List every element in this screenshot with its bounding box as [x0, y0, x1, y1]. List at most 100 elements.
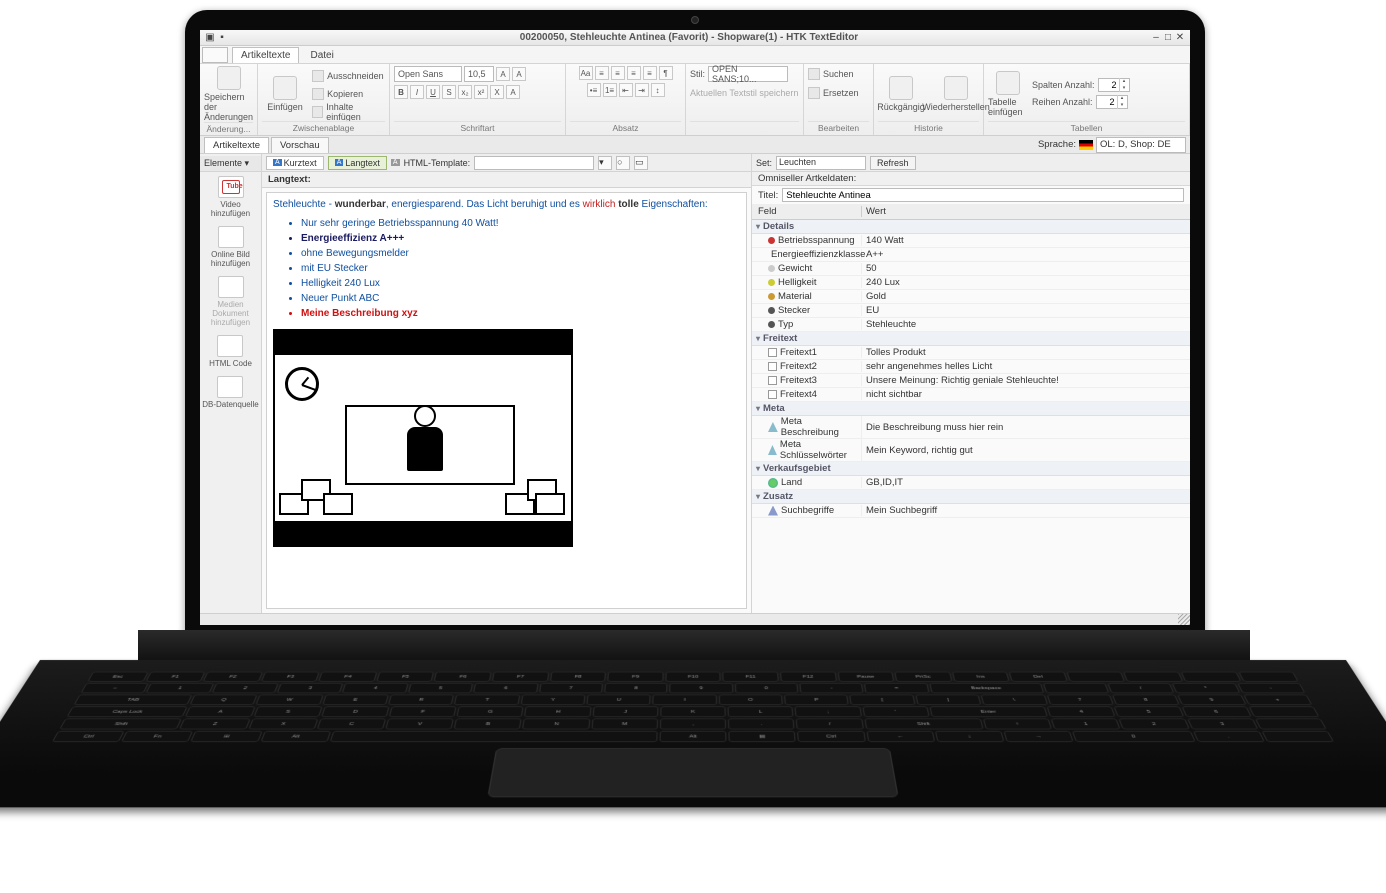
align-left-button[interactable]: ≡ [595, 66, 609, 80]
style-label: Stil: [690, 69, 705, 79]
set-select[interactable]: Leuchten [776, 156, 866, 170]
sidebar-item-html[interactable]: HTML Code [207, 331, 254, 372]
bold-button[interactable]: B [394, 85, 408, 99]
section-zusatz[interactable]: Zusatz [752, 490, 1190, 504]
image-icon [218, 226, 244, 248]
table-row[interactable]: SuchbegriffeMein Suchbegriff [752, 504, 1190, 518]
tab-artikeltexte[interactable]: Artikeltexte [204, 137, 269, 153]
kurztext-tab[interactable]: AKurztext [266, 156, 324, 170]
table-row[interactable]: MaterialGold [752, 290, 1190, 304]
sidebar-item-video[interactable]: TubeVideo hinzufügen [200, 172, 261, 222]
statusbar [200, 613, 1190, 625]
underline-button[interactable]: U [426, 85, 440, 99]
paragraph-button[interactable]: ¶ [659, 66, 673, 80]
paste-button[interactable]: Einfügen [262, 76, 308, 112]
group-tables: Tabellen [988, 121, 1185, 133]
save-icon [217, 66, 241, 90]
table-row[interactable]: LandGB,ID,IT [752, 476, 1190, 490]
table-row[interactable]: TypStehleuchte [752, 318, 1190, 332]
cut-button[interactable]: Ausschneiden [312, 68, 385, 84]
refresh-button[interactable]: Refresh [870, 156, 916, 170]
sidebar-item-image[interactable]: Online Bild hinzufügen [200, 222, 261, 272]
section-verkauf[interactable]: Verkaufsgebiet [752, 462, 1190, 476]
sprache-select[interactable]: OL: D, Shop: DE [1096, 137, 1186, 153]
save-button[interactable]: Speichern der Änderungen [204, 66, 253, 122]
tool-3[interactable]: ▭ [634, 156, 648, 170]
paste-content-button[interactable]: Inhalte einfügen [312, 104, 385, 120]
bullet-list-button[interactable]: •≡ [587, 83, 601, 97]
file-menu-icon[interactable] [202, 47, 228, 63]
section-meta[interactable]: Meta [752, 402, 1190, 416]
section-freitext[interactable]: Freitext [752, 332, 1190, 346]
table-row[interactable]: Freitext1Tolles Produkt [752, 346, 1190, 360]
align-center-button[interactable]: ≡ [611, 66, 625, 80]
editor-header: Langtext: [262, 172, 751, 188]
table-row[interactable]: Helligkeit240 Lux [752, 276, 1190, 290]
style-select[interactable]: OPEN SANS;10... [708, 66, 788, 82]
line-spacing-button[interactable]: ↕ [651, 83, 665, 97]
titel-input[interactable] [782, 188, 1184, 202]
table-row[interactable]: Meta BeschreibungDie Beschreibung muss h… [752, 416, 1190, 439]
tool-1[interactable]: ▾ [598, 156, 612, 170]
laptop-camera [691, 16, 699, 24]
table-row[interactable]: EnergieeffizienzklasseA++ [752, 248, 1190, 262]
replace-button[interactable]: Ersetzen [808, 85, 859, 101]
save-label: Speichern der Änderungen [204, 92, 253, 122]
search-button[interactable]: Suchen [808, 66, 854, 82]
font-color-button[interactable]: A [506, 85, 520, 99]
undo-button[interactable]: Rückgängig [878, 76, 924, 112]
menu-tab-datei[interactable]: Datei [301, 47, 342, 63]
strike-button[interactable]: S [442, 85, 456, 99]
number-list-button[interactable]: 1≡ [603, 83, 617, 97]
sup-button[interactable]: x² [474, 85, 488, 99]
titlebar: ▣ ▪ 00200050, Stehleuchte Antinea (Favor… [200, 30, 1190, 46]
section-details[interactable]: Details [752, 220, 1190, 234]
langtext-tab[interactable]: ALangtext [328, 156, 387, 170]
table-row[interactable]: Freitext4nicht sichtbar [752, 388, 1190, 402]
copy-icon [312, 88, 324, 100]
outdent-button[interactable]: ⇤ [619, 83, 633, 97]
copy-button[interactable]: Kopieren [312, 86, 385, 102]
table-row[interactable]: Betriebsspannung140 Watt [752, 234, 1190, 248]
set-label: Set: [756, 158, 772, 168]
font-size-select[interactable]: 10,5 [464, 66, 494, 82]
cols-spinner[interactable]: ▴▾ [1098, 78, 1130, 92]
sub-button[interactable]: x₂ [458, 85, 472, 99]
italic-button[interactable]: I [410, 85, 424, 99]
shrink-font-button[interactable]: A [512, 67, 526, 81]
table-row[interactable]: Gewicht50 [752, 262, 1190, 276]
align-right-button[interactable]: ≡ [627, 66, 641, 80]
minimize-button[interactable]: ‒ [1150, 32, 1162, 44]
table-row[interactable]: Freitext3Unsere Meinung: Richtig geniale… [752, 374, 1190, 388]
save-style-button[interactable]: Aktuellen Textstil speichern [690, 85, 798, 101]
clear-format-button[interactable]: X [490, 85, 504, 99]
maximize-button[interactable]: □ [1162, 32, 1174, 44]
grow-font-button[interactable]: A [496, 67, 510, 81]
editor-subtool: AKurztext ALangtext A HTML-Template: ▾ ○… [262, 154, 751, 172]
table-row[interactable]: SteckerEU [752, 304, 1190, 318]
sidebar-header: Elemente ▾ [200, 156, 261, 172]
sidebar-item-db[interactable]: DB-Datenquelle [200, 372, 260, 413]
replace-icon [808, 87, 820, 99]
html-template-select[interactable] [474, 156, 594, 170]
rows-spinner[interactable]: ▴▾ [1096, 95, 1128, 109]
table-row[interactable]: Meta SchlüsselwörterMein Keyword, richti… [752, 439, 1190, 462]
group-clipboard: Zwischenablage [262, 121, 385, 133]
close-button[interactable]: ✕ [1174, 32, 1186, 44]
font-family-select[interactable]: Open Sans [394, 66, 462, 82]
tool-2[interactable]: ○ [616, 156, 630, 170]
editor-illustration [273, 329, 573, 547]
indent-button[interactable]: ⇥ [635, 83, 649, 97]
resize-grip-icon[interactable] [1178, 614, 1190, 625]
redo-button[interactable]: Wiederherstellen [928, 76, 984, 112]
menu-tab-artikeltexte[interactable]: Artikeltexte [232, 47, 299, 63]
group-style [690, 121, 799, 133]
table-row[interactable]: Freitext2sehr angenehmes helles Licht [752, 360, 1190, 374]
case-button[interactable]: Aa [579, 66, 593, 80]
tab-vorschau[interactable]: Vorschau [271, 137, 329, 153]
align-justify-button[interactable]: ≡ [643, 66, 657, 80]
youtube-icon: Tube [218, 176, 244, 198]
insert-table-button[interactable]: Tabelle einfügen [988, 71, 1028, 117]
search-icon [808, 68, 820, 80]
richtext-editor[interactable]: Stehleuchte - wunderbar, energiesparend.… [266, 192, 747, 609]
